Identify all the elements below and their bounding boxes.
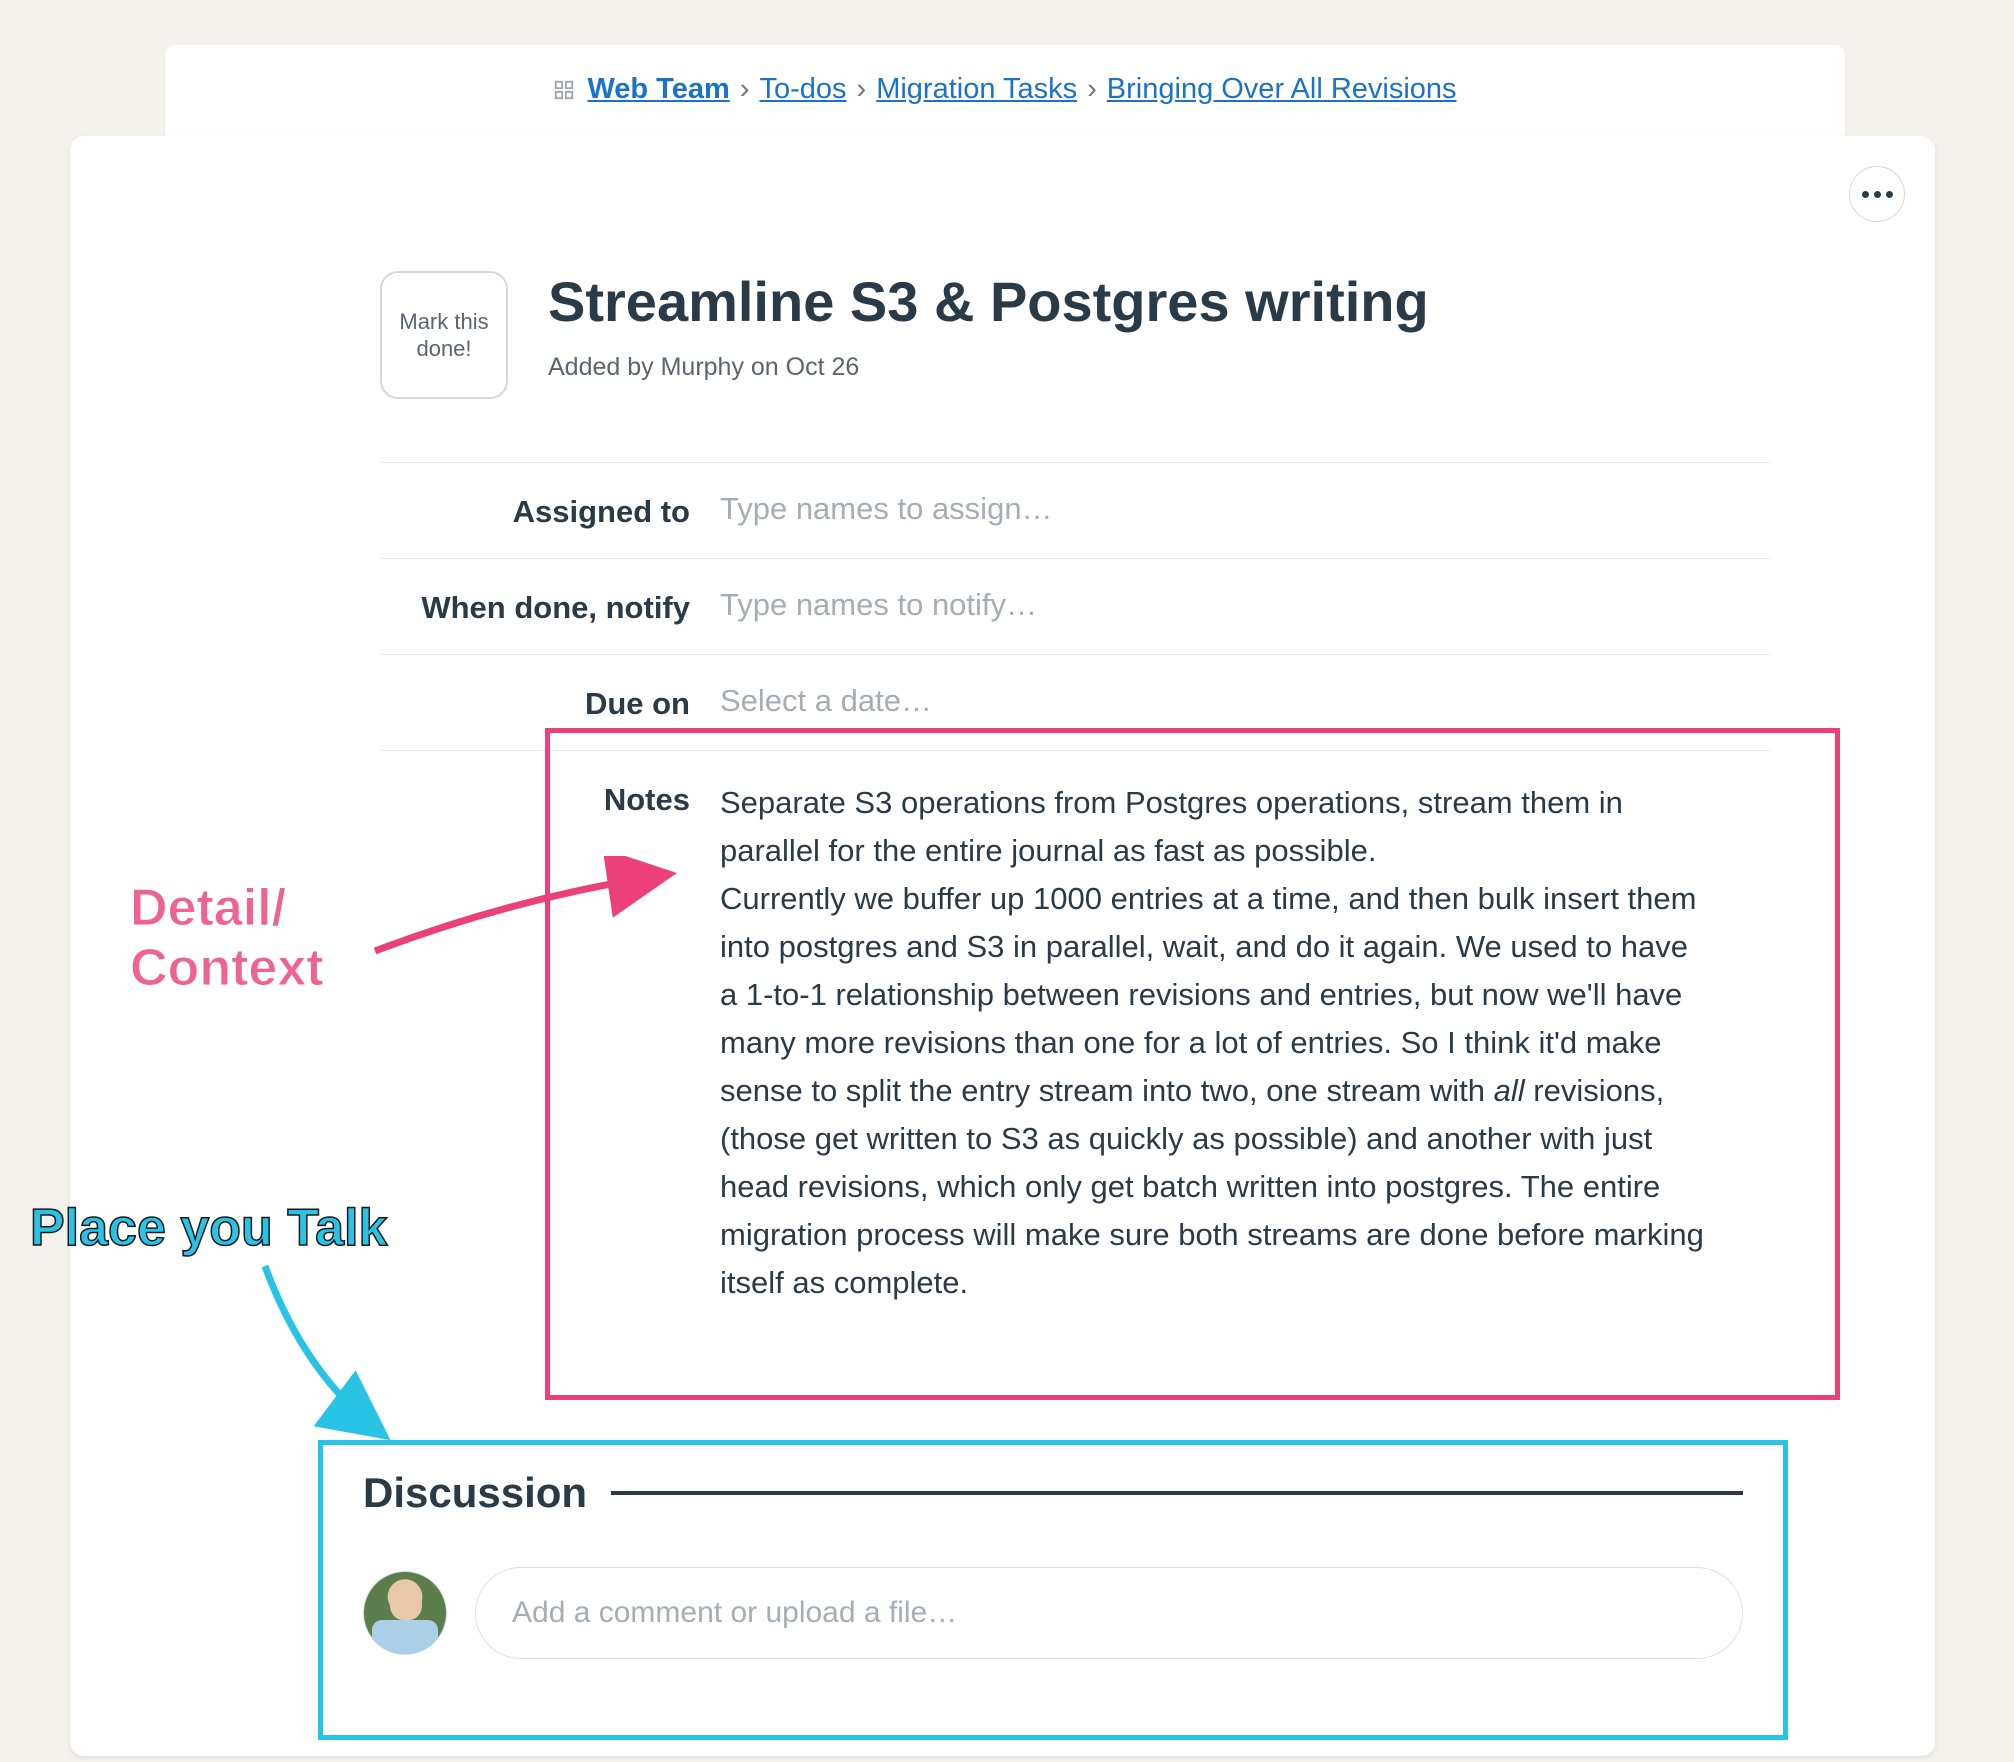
notes-em: all xyxy=(1494,1073,1525,1108)
mark-done-button[interactable]: Mark this done! xyxy=(380,271,508,399)
assigned-to-label: Assigned to xyxy=(380,491,720,530)
discussion-heading: Discussion xyxy=(363,1469,587,1517)
mark-done-label: Mark this done! xyxy=(382,308,506,363)
annotation-detail-label: Detail/ Context xyxy=(130,879,324,999)
crumb-team[interactable]: Web Team xyxy=(587,73,729,106)
avatar xyxy=(363,1571,447,1655)
discussion-section: Discussion Add a comment or upload a fil… xyxy=(318,1440,1788,1740)
annotation-talk-label: Place you Talk xyxy=(30,1198,387,1258)
notes-para1: Separate S3 operations from Postgres ope… xyxy=(720,785,1623,868)
notify-input[interactable]: Type names to notify… xyxy=(720,587,1770,623)
annotation-arrow-detail xyxy=(370,856,690,976)
due-on-label: Due on xyxy=(380,683,720,722)
top-nav: Home Pings Hey! Activity My Stuff Find xyxy=(0,0,2014,10)
comment-placeholder: Add a comment or upload a file… xyxy=(512,1596,957,1630)
task-meta: Added by Murphy on Oct 26 xyxy=(548,353,1625,382)
due-on-input[interactable]: Select a date… xyxy=(720,683,1770,719)
crumb-current[interactable]: Bringing Over All Revisions xyxy=(1107,73,1457,106)
more-menu-button[interactable] xyxy=(1849,166,1905,222)
grid-icon xyxy=(553,79,575,101)
breadcrumb: Web Team › To-dos › Migration Tasks › Br… xyxy=(165,45,1845,146)
comment-input[interactable]: Add a comment or upload a file… xyxy=(475,1567,1743,1659)
task-card: Mark this done! Streamline S3 & Postgres… xyxy=(70,136,1935,1756)
task-title: Streamline S3 & Postgres writing xyxy=(548,271,1625,333)
crumb-tasks[interactable]: Migration Tasks xyxy=(876,73,1077,106)
crumb-todos[interactable]: To-dos xyxy=(759,73,846,106)
notify-label: When done, notify xyxy=(380,587,720,626)
notes-label: Notes xyxy=(380,779,720,818)
notes-text[interactable]: Separate S3 operations from Postgres ope… xyxy=(720,779,1770,1308)
assigned-to-input[interactable]: Type names to assign… xyxy=(720,491,1770,527)
annotation-arrow-talk xyxy=(255,1256,425,1456)
discussion-divider xyxy=(611,1491,1743,1495)
